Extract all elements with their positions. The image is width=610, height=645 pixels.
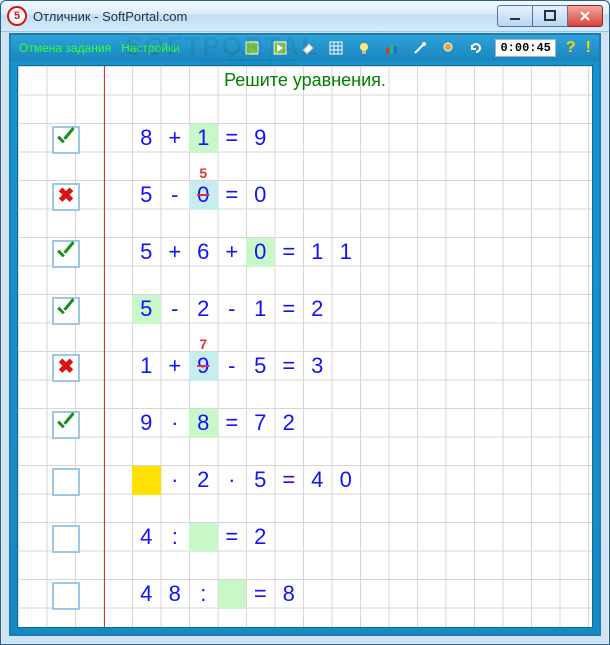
titlebar[interactable]: 5 Отличник - SoftPortal.com	[1, 1, 609, 32]
maximize-button[interactable]	[533, 5, 568, 27]
tool-icon-1[interactable]	[243, 39, 261, 57]
equation-cell: 4	[132, 580, 161, 609]
equation-cell: +	[161, 124, 190, 153]
equation-cell: 7	[246, 409, 275, 438]
equation-cell: 2	[303, 295, 332, 324]
close-button[interactable]	[568, 5, 603, 27]
equation-cell: 6	[189, 238, 218, 267]
status-box[interactable]	[52, 411, 80, 439]
equation-cell: 2	[189, 466, 218, 495]
wand-icon[interactable]	[411, 39, 429, 57]
client-area: SOFTPORTAL www.softportal.com Отмена зад…	[9, 33, 601, 636]
status-box[interactable]	[52, 582, 80, 610]
answer-cell[interactable]	[218, 580, 247, 609]
equation-cell: =	[218, 181, 247, 210]
equation-cell: ·	[218, 466, 247, 495]
equation-cell: -	[218, 352, 247, 381]
tool-icon-2[interactable]	[271, 39, 289, 57]
equation-cell: -	[161, 181, 190, 210]
answer-cell[interactable]	[189, 523, 218, 552]
equation-cell: 9	[246, 124, 275, 153]
answer-cell[interactable]: 9	[189, 352, 218, 381]
alert-button[interactable]: !	[586, 39, 591, 57]
equation-cell: +	[161, 238, 190, 267]
status-box[interactable]	[52, 525, 80, 553]
status-box[interactable]	[52, 183, 80, 211]
answer-cell[interactable]: 5	[132, 295, 161, 324]
equation-cell: +	[161, 352, 190, 381]
equation-cell: =	[275, 466, 304, 495]
answer-cell[interactable]: 8	[189, 409, 218, 438]
equation-cell: 8	[275, 580, 304, 609]
equation-cell: 5	[132, 238, 161, 267]
equation-cell: ·	[161, 409, 190, 438]
margin-line	[104, 66, 105, 627]
cancel-task-link[interactable]: Отмена задания	[19, 41, 111, 55]
equation-cell: 1	[303, 238, 332, 267]
status-box[interactable]	[52, 354, 80, 382]
status-box[interactable]	[52, 126, 80, 154]
worksheet-heading: Решите уравнения.	[18, 66, 592, 95]
equation-cell: ·	[161, 466, 190, 495]
status-box[interactable]	[52, 240, 80, 268]
equation-cell: :	[161, 523, 190, 552]
correction-label: 5	[189, 165, 218, 181]
equation-cell: 1	[332, 238, 361, 267]
equation-cell: =	[218, 523, 247, 552]
answer-cell[interactable]: 1	[189, 124, 218, 153]
equation-cell: 1	[246, 295, 275, 324]
equation-cell: =	[275, 295, 304, 324]
equation-cell: =	[246, 580, 275, 609]
help-button[interactable]: ?	[566, 39, 576, 57]
equation-cell: 8	[132, 124, 161, 153]
toolbar: Отмена задания Настройки 0:00:45 ? !	[11, 35, 599, 61]
app-icon: 5	[7, 6, 27, 26]
equation-cell: 4	[132, 523, 161, 552]
equation-cell: :	[189, 580, 218, 609]
equation-cell: 4	[303, 466, 332, 495]
bulb-icon[interactable]	[355, 39, 373, 57]
answer-cell[interactable]: 0	[189, 181, 218, 210]
eraser-icon[interactable]	[299, 39, 317, 57]
equation-cell: =	[275, 352, 304, 381]
medal-icon[interactable]	[439, 39, 457, 57]
grid-icon[interactable]	[327, 39, 345, 57]
refresh-icon[interactable]	[467, 39, 485, 57]
equation-cell: 2	[275, 409, 304, 438]
equation-cell: 0	[246, 181, 275, 210]
equation-cell: 0	[332, 466, 361, 495]
status-box[interactable]	[52, 468, 80, 496]
equation-cell: 8	[161, 580, 190, 609]
equation-cell: 2	[246, 523, 275, 552]
equation-cell: -	[218, 295, 247, 324]
equation-cell: 5	[132, 181, 161, 210]
equation-cell: =	[218, 124, 247, 153]
status-box[interactable]	[52, 297, 80, 325]
chart-icon[interactable]	[383, 39, 401, 57]
answer-cell[interactable]	[132, 466, 161, 495]
correction-label: 7	[189, 336, 218, 352]
worksheet: Решите уравнения. 8+1=95-05=05+6+0=115-2…	[17, 65, 593, 628]
equation-cell: 5	[246, 352, 275, 381]
equation-cell: +	[218, 238, 247, 267]
equation-cell: 9	[132, 409, 161, 438]
equation-cell: -	[161, 295, 190, 324]
answer-cell[interactable]: 0	[246, 238, 275, 267]
equation-cell: 1	[132, 352, 161, 381]
equation-cell: 2	[189, 295, 218, 324]
window-title: Отличник - SoftPortal.com	[33, 10, 491, 23]
equation-cell: =	[218, 409, 247, 438]
minimize-button[interactable]	[497, 5, 533, 27]
timer-display: 0:00:45	[495, 39, 555, 57]
equation-cell: 3	[303, 352, 332, 381]
window-buttons	[497, 5, 603, 27]
equation-cell: 5	[246, 466, 275, 495]
window-frame: 5 Отличник - SoftPortal.com SOFTPORTAL w…	[0, 0, 610, 645]
settings-link[interactable]: Настройки	[121, 41, 180, 55]
equation-cell: =	[275, 238, 304, 267]
